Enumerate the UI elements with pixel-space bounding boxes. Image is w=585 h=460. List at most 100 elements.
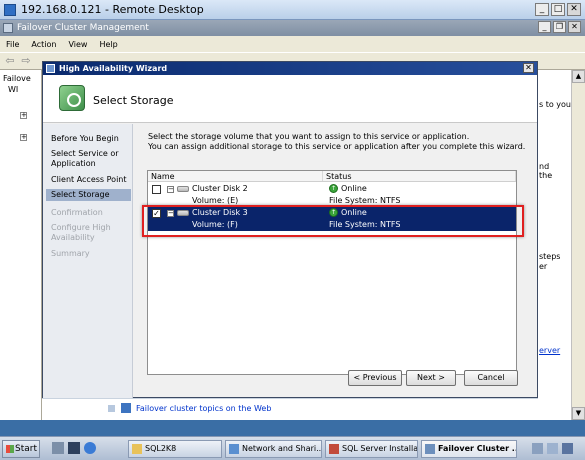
- tree-expand-icon[interactable]: +: [20, 134, 27, 141]
- menu-help[interactable]: Help: [99, 40, 117, 49]
- taskbar-item-label: SQL2K8: [145, 444, 177, 453]
- wizard-page-title: Select Storage: [93, 94, 174, 107]
- taskbar-item-sql-install[interactable]: SQL Server Installa...: [325, 440, 418, 458]
- actions-text-fragment: steps: [539, 252, 561, 261]
- server-manager-icon[interactable]: [52, 442, 64, 454]
- folder-icon: [132, 444, 142, 454]
- console-tree: Failove WI + +: [0, 70, 42, 420]
- collapse-icon[interactable]: −: [167, 186, 174, 193]
- previous-button[interactable]: < Previous: [348, 370, 402, 386]
- taskbar-item-sql2k8[interactable]: SQL2K8: [128, 440, 222, 458]
- menu-file[interactable]: File: [6, 40, 19, 49]
- wizard-steps-pane: Before You Begin Select Service or Appli…: [43, 124, 133, 398]
- storage-wizard-icon: [59, 85, 85, 111]
- disk-row-selected[interactable]: ✓ − Cluster Disk 3 Volume: (F) ↑ Online …: [148, 206, 516, 231]
- internet-explorer-icon[interactable]: [84, 442, 96, 454]
- wizard-title: High Availability Wizard: [59, 64, 168, 73]
- disk-drive-icon: [177, 210, 189, 216]
- tray-action-icon[interactable]: [562, 443, 573, 454]
- rd-maximize-button[interactable]: □: [551, 3, 565, 16]
- disk-name: Cluster Disk 3: [192, 208, 248, 217]
- actions-text-fragment: s to you: [539, 100, 571, 109]
- actions-link-fragment[interactable]: erver: [539, 346, 560, 355]
- disk-filesystem: File System: NTFS: [329, 196, 401, 205]
- column-header-name[interactable]: Name: [148, 171, 323, 181]
- column-header-status[interactable]: Status: [323, 171, 516, 181]
- vertical-scrollbar[interactable]: ▲ ▼: [571, 70, 585, 420]
- tree-root-item[interactable]: Failove: [3, 74, 43, 83]
- remote-desktop-titlebar: 192.168.0.121 - Remote Desktop _ □ ✕: [0, 0, 585, 20]
- rd-minimize-button[interactable]: _: [535, 3, 549, 16]
- actions-text-fragment: nd: [539, 162, 550, 171]
- remote-desktop-title: 192.168.0.121 - Remote Desktop: [21, 3, 204, 16]
- sql-server-icon: [329, 444, 339, 454]
- tree-cluster-item[interactable]: WI: [8, 85, 18, 94]
- disk-name: Cluster Disk 2: [192, 184, 248, 193]
- mmc-app-icon: [3, 23, 13, 33]
- disk-status: Online: [341, 184, 367, 193]
- web-topic-icon: [121, 403, 131, 413]
- instruction-line-2: You can assign additional storage to thi…: [148, 142, 526, 151]
- disk-checkbox-checked[interactable]: ✓: [152, 209, 161, 218]
- taskbar-item-network[interactable]: Network and Shari...: [225, 440, 322, 458]
- taskbar-item-failover[interactable]: Failover Cluster ...: [421, 440, 517, 458]
- menu-view[interactable]: View: [68, 40, 87, 49]
- disk-status: Online: [341, 208, 367, 217]
- forward-arrow-icon[interactable]: ⇨: [20, 55, 32, 67]
- online-status-icon: ↑: [329, 208, 338, 217]
- step-summary: Summary: [51, 249, 90, 258]
- step-select-storage[interactable]: Select Storage: [46, 189, 131, 201]
- powershell-icon[interactable]: [68, 442, 80, 454]
- instruction-text: Select the storage volume that you want …: [148, 132, 528, 152]
- disk-drive-icon: [177, 186, 189, 192]
- actions-text-fragment: the: [539, 171, 553, 180]
- disk-volume: Volume: (E): [192, 196, 239, 205]
- cancel-button[interactable]: Cancel: [464, 370, 518, 386]
- menu-bar: File Action View Help: [0, 36, 585, 52]
- mmc-title: Failover Cluster Management: [17, 23, 149, 33]
- wizard-body: Select the storage volume that you want …: [133, 124, 537, 398]
- tray-volume-icon[interactable]: [547, 443, 558, 454]
- step-configure-high-availability: Configure High Availability: [51, 223, 111, 242]
- taskbar-item-label: Failover Cluster ...: [438, 444, 517, 453]
- step-confirmation: Confirmation: [51, 208, 103, 217]
- next-button[interactable]: Next >: [406, 370, 456, 386]
- mmc-close-button[interactable]: ✕: [568, 21, 581, 33]
- wizard-titlebar: High Availability Wizard ✕: [43, 62, 537, 75]
- wizard-header: Select Storage: [43, 75, 537, 123]
- tray-network-icon[interactable]: [532, 443, 543, 454]
- disk-volume: Volume: (F): [192, 220, 238, 229]
- high-availability-wizard: High Availability Wizard ✕ Select Storag…: [42, 61, 538, 398]
- disk-checkbox[interactable]: [152, 185, 161, 194]
- taskbar-item-label: SQL Server Installa...: [342, 444, 418, 453]
- taskbar-item-label: Network and Shari...: [242, 444, 322, 453]
- expand-bullet-icon: [108, 405, 115, 412]
- scroll-up-icon[interactable]: ▲: [572, 70, 585, 83]
- windows-logo-icon: [6, 445, 14, 453]
- mmc-minimize-button[interactable]: _: [538, 21, 551, 33]
- menu-action[interactable]: Action: [31, 40, 56, 49]
- scroll-down-icon[interactable]: ▼: [572, 407, 585, 420]
- mmc-restore-button[interactable]: ❐: [553, 21, 566, 33]
- disk-row[interactable]: − Cluster Disk 2 Volume: (E) ↑ Online Fi…: [148, 182, 516, 207]
- mmc-bottom-pane: [42, 398, 538, 420]
- actions-text-fragment: er: [539, 262, 548, 271]
- step-select-service[interactable]: Select Service or Application: [51, 149, 131, 169]
- remote-desktop-icon: [4, 3, 16, 16]
- storage-list-header: Name Status: [148, 171, 516, 182]
- failover-topics-link[interactable]: Failover cluster topics on the Web: [136, 404, 271, 413]
- start-label: Start: [15, 444, 37, 454]
- collapse-icon[interactable]: −: [167, 210, 174, 217]
- rd-close-button[interactable]: ✕: [567, 3, 581, 16]
- disk-filesystem: File System: NTFS: [329, 220, 401, 229]
- step-client-access-point[interactable]: Client Access Point: [51, 175, 131, 185]
- tree-expand-icon[interactable]: +: [20, 112, 27, 119]
- step-before-you-begin[interactable]: Before You Begin: [51, 134, 131, 144]
- online-status-icon: ↑: [329, 184, 338, 193]
- back-arrow-icon[interactable]: ⇦: [4, 55, 16, 67]
- wizard-close-button[interactable]: ✕: [523, 63, 534, 73]
- instruction-line-1: Select the storage volume that you want …: [148, 132, 470, 141]
- storage-list[interactable]: Name Status − Cluster Disk 2 Volume: (E)…: [147, 170, 517, 375]
- taskbar: Start SQL2K8 Network and Shari... SQL Se…: [0, 436, 585, 460]
- start-button[interactable]: Start: [2, 440, 40, 458]
